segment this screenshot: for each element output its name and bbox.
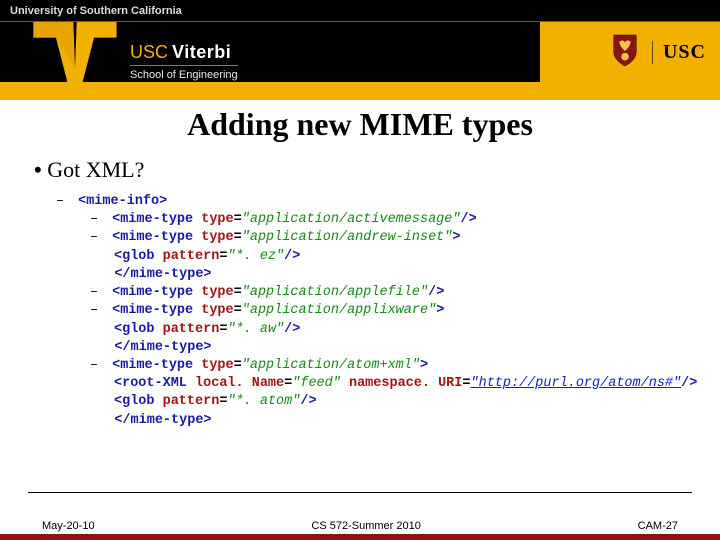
viterbi-school-line: School of Engineering <box>130 65 238 81</box>
viterbi-line1: USCViterbi <box>130 42 238 63</box>
viterbi-v-icon <box>30 22 120 100</box>
xml-code-block: – <mime-info> – <mime-type type="applica… <box>56 193 692 430</box>
code-line-3: – <mime-type type="application/andrew-in… <box>56 229 692 247</box>
usc-shield-block: USC <box>610 33 706 72</box>
footer-date: May-20-10 <box>42 520 95 532</box>
slide-header: University of Southern California USC <box>0 0 720 100</box>
usc-shield-icon <box>610 33 640 72</box>
code-line-7: – <mime-type type="application/applixwar… <box>56 302 692 320</box>
slide-footer: May-20-10 CS 572-Summer 2010 CAM-27 <box>0 492 720 540</box>
footer-page: CAM-27 <box>638 520 678 532</box>
footer-course: CS 572-Summer 2010 <box>311 520 420 532</box>
footer-red-bar <box>0 534 720 540</box>
code-line-4: <glob pattern="*. ez"/> <box>56 248 692 266</box>
code-line-2: – <mime-type type="application/activemes… <box>56 211 692 229</box>
code-line-12: <glob pattern="*. atom"/> <box>56 393 692 411</box>
bullet-got-xml: Got XML? <box>34 157 692 183</box>
viterbi-logo-block: USCViterbi School of Engineering <box>30 22 238 100</box>
viterbi-usc-prefix: USC <box>130 42 168 62</box>
code-line-10: – <mime-type type="application/atom+xml"… <box>56 357 692 375</box>
code-line-6: – <mime-type type="application/applefile… <box>56 284 692 302</box>
code-line-8: <glob pattern="*. aw"/> <box>56 321 692 339</box>
slide-body: Adding new MIME types Got XML? – <mime-i… <box>0 100 720 430</box>
code-line-5: </mime-type> <box>56 266 692 284</box>
slide-title: Adding new MIME types <box>28 106 692 143</box>
code-line-1: – <mime-info> <box>56 193 692 211</box>
code-line-11: <root-XML local. Name="feed" namespace. … <box>56 375 692 393</box>
university-name: University of Southern California <box>10 5 182 17</box>
header-gold-area: USC <box>540 22 720 82</box>
code-line-13: </mime-type> <box>56 412 692 430</box>
viterbi-name: Viterbi <box>172 42 231 62</box>
viterbi-text: USCViterbi School of Engineering <box>130 42 238 81</box>
code-line-9: </mime-type> <box>56 339 692 357</box>
footer-line: May-20-10 CS 572-Summer 2010 CAM-27 <box>0 520 720 532</box>
footer-divider <box>28 492 692 493</box>
header-university-bar: University of Southern California <box>0 0 720 22</box>
usc-wordmark: USC <box>652 41 706 64</box>
